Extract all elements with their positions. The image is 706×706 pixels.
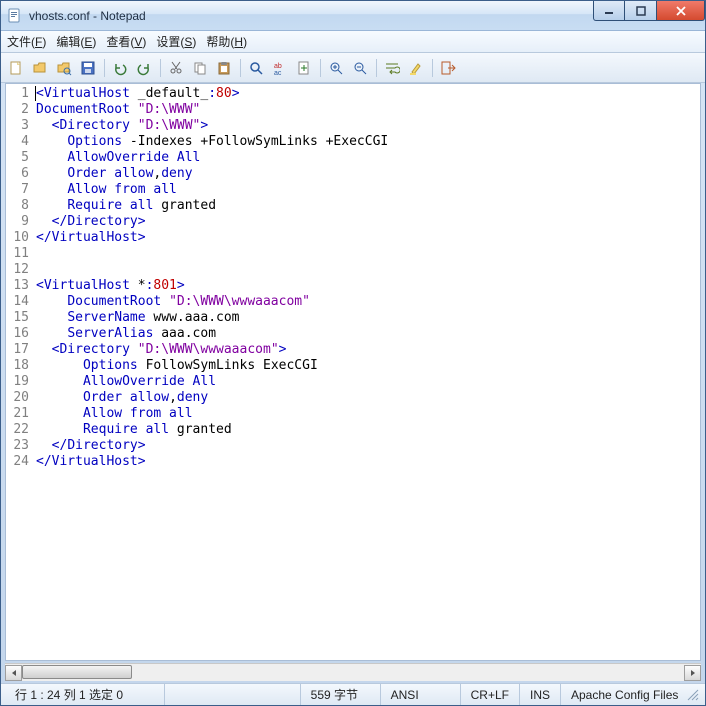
menu-settings[interactable]: 设置(S) [156, 33, 196, 50]
svg-text:ac: ac [274, 70, 282, 76]
resize-grip-icon[interactable] [686, 688, 700, 702]
exit-button[interactable] [437, 57, 459, 79]
redo-button[interactable] [133, 57, 155, 79]
menu-help[interactable]: 帮助(H) [206, 33, 247, 50]
toolbar-separator [317, 57, 323, 79]
status-position: 行 1 : 24 列 1 选定 0 [5, 684, 165, 705]
zoom-in-button[interactable] [325, 57, 347, 79]
window-controls [593, 1, 705, 21]
line-number-gutter: 123456789101112131415161718192021222324 [6, 84, 34, 660]
window-title: vhosts.conf - Notepad [29, 9, 146, 23]
scroll-thumb[interactable] [22, 665, 132, 679]
status-encoding: ANSI [381, 684, 461, 705]
goto-button[interactable] [293, 57, 315, 79]
toolbar-separator [373, 57, 379, 79]
app-icon [7, 8, 23, 24]
save-button[interactable] [77, 57, 99, 79]
statusbar: 行 1 : 24 列 1 选定 0 559 字节 ANSI CR+LF INS … [1, 683, 705, 705]
status-bytes: 559 字节 [301, 684, 381, 705]
open-folder-button[interactable] [53, 57, 75, 79]
scroll-track[interactable] [22, 665, 684, 681]
highlight-button[interactable] [405, 57, 427, 79]
horizontal-scrollbar[interactable] [5, 663, 701, 681]
scroll-right-button[interactable] [684, 665, 701, 681]
menu-edit[interactable]: 编辑(E) [56, 33, 96, 50]
toolbar-separator [237, 57, 243, 79]
status-eol: CR+LF [461, 684, 520, 705]
app-window: vhosts.conf - Notepad 文件(F) 编辑(E) 查看(V) … [0, 0, 706, 706]
toolbar-separator [101, 57, 107, 79]
status-spacer [165, 684, 301, 705]
paste-button[interactable] [213, 57, 235, 79]
word-wrap-button[interactable] [381, 57, 403, 79]
titlebar[interactable]: vhosts.conf - Notepad [1, 1, 705, 31]
menubar: 文件(F) 编辑(E) 查看(V) 设置(S) 帮助(H) [1, 31, 705, 53]
cut-button[interactable] [165, 57, 187, 79]
toolbar-separator [157, 57, 163, 79]
status-insert-mode: INS [520, 684, 561, 705]
menu-view[interactable]: 查看(V) [106, 33, 146, 50]
code-area[interactable]: <VirtualHost _default_:80>DocumentRoot "… [34, 84, 700, 660]
zoom-out-button[interactable] [349, 57, 371, 79]
undo-button[interactable] [109, 57, 131, 79]
close-button[interactable] [657, 1, 705, 21]
find-button[interactable] [245, 57, 267, 79]
scroll-left-button[interactable] [5, 665, 22, 681]
maximize-button[interactable] [625, 1, 657, 21]
toolbar-separator [429, 57, 435, 79]
copy-button[interactable] [189, 57, 211, 79]
open-file-button[interactable] [29, 57, 51, 79]
toolbar: abac [1, 53, 705, 83]
menu-file[interactable]: 文件(F) [7, 33, 46, 50]
minimize-button[interactable] [593, 1, 625, 21]
new-file-button[interactable] [5, 57, 27, 79]
svg-text:ab: ab [274, 63, 282, 70]
editor[interactable]: 123456789101112131415161718192021222324 … [5, 83, 701, 661]
replace-button[interactable]: abac [269, 57, 291, 79]
status-language: Apache Config Files [561, 684, 701, 705]
